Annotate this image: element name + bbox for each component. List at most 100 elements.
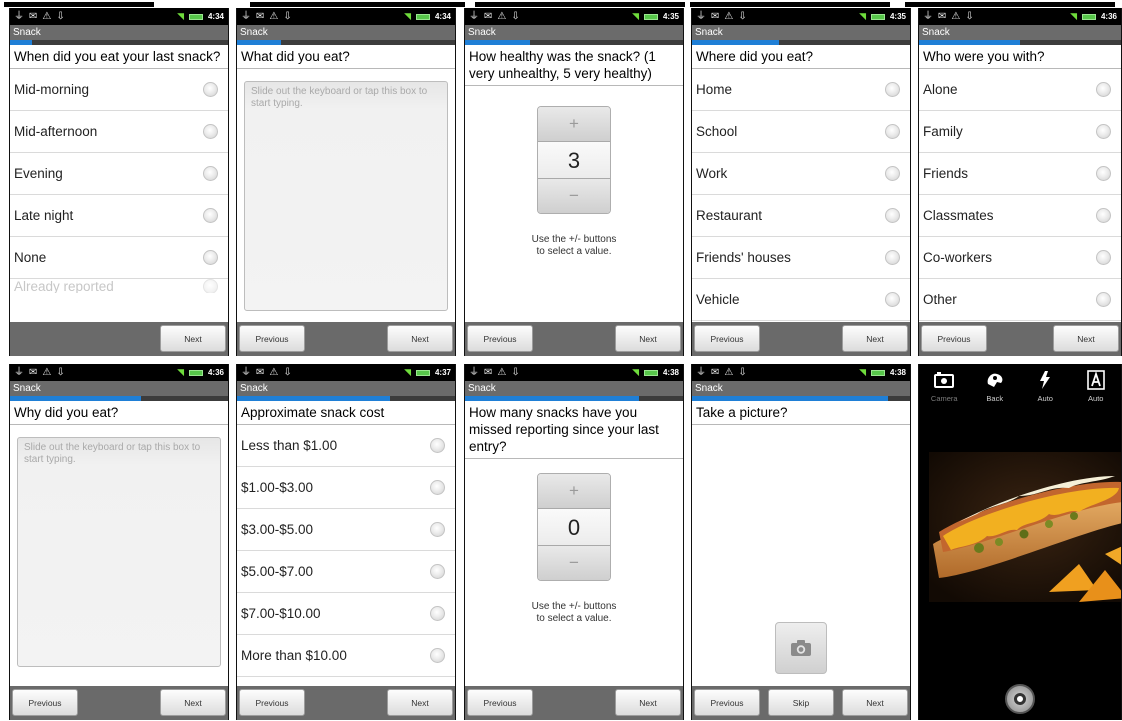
option-label: Vehicle bbox=[696, 292, 740, 307]
radio-button[interactable] bbox=[885, 82, 900, 97]
radio-button[interactable] bbox=[203, 82, 218, 97]
take-photo-button[interactable] bbox=[775, 622, 827, 674]
previous-button[interactable]: Previous bbox=[921, 325, 987, 352]
next-button[interactable]: Next bbox=[1053, 325, 1119, 352]
option-alone[interactable]: Alone bbox=[919, 69, 1121, 111]
option-cost-2[interactable]: $1.00-$3.00 bbox=[237, 467, 455, 509]
clock: 4:38 bbox=[889, 368, 906, 377]
radio-button[interactable] bbox=[885, 208, 900, 223]
previous-button[interactable]: Previous bbox=[239, 325, 305, 352]
option-friends-houses[interactable]: Friends' houses bbox=[692, 237, 910, 279]
next-button[interactable]: Next bbox=[387, 325, 453, 352]
text-input[interactable]: Slide out the keyboard or tap this box t… bbox=[244, 81, 448, 311]
next-button[interactable]: Next bbox=[615, 325, 681, 352]
radio-button[interactable] bbox=[430, 606, 445, 621]
radio-button[interactable] bbox=[430, 522, 445, 537]
radio-button[interactable] bbox=[430, 480, 445, 495]
option-cost-3[interactable]: $3.00-$5.00 bbox=[237, 509, 455, 551]
option-co-workers[interactable]: Co-workers bbox=[919, 237, 1121, 279]
decrement-button[interactable]: − bbox=[538, 546, 610, 580]
increment-button[interactable]: + bbox=[538, 474, 610, 508]
option-list: Alone Family Friends Classmates Co-worke… bbox=[919, 69, 1121, 321]
option-family[interactable]: Family bbox=[919, 111, 1121, 153]
option-already-reported[interactable]: Already reported bbox=[10, 279, 228, 293]
option-other[interactable]: Other bbox=[919, 279, 1121, 321]
previous-button[interactable]: Previous bbox=[694, 689, 760, 716]
option-cost-4[interactable]: $5.00-$7.00 bbox=[237, 551, 455, 593]
app-title: Snack bbox=[692, 381, 910, 396]
option-evening[interactable]: Evening bbox=[10, 153, 228, 195]
radio-button[interactable] bbox=[203, 124, 218, 139]
battery-icon bbox=[1081, 13, 1096, 20]
radio-button[interactable] bbox=[1096, 292, 1111, 307]
radio-button[interactable] bbox=[430, 438, 445, 453]
app-title: Snack bbox=[465, 25, 683, 40]
increment-button[interactable]: + bbox=[538, 107, 610, 141]
radio-button[interactable] bbox=[1096, 82, 1111, 97]
radio-button[interactable] bbox=[203, 166, 218, 181]
option-cost-6[interactable]: More than $10.00 bbox=[237, 635, 455, 677]
radio-button[interactable] bbox=[1096, 124, 1111, 139]
option-school[interactable]: School bbox=[692, 111, 910, 153]
option-mid-afternoon[interactable]: Mid-afternoon bbox=[10, 111, 228, 153]
previous-button[interactable]: Previous bbox=[694, 325, 760, 352]
radio-button[interactable] bbox=[203, 250, 218, 265]
screen-healthy: ⏚ ✉ ⚠ ⇩ ◥ 4:35 Snack How healthy was the sna… bbox=[464, 8, 684, 356]
option-vehicle[interactable]: Vehicle bbox=[692, 279, 910, 321]
flash-button[interactable]: Auto bbox=[1022, 370, 1068, 403]
nav-bar: Previous Skip Next bbox=[692, 686, 910, 720]
radio-button[interactable] bbox=[885, 166, 900, 181]
decrement-button[interactable]: − bbox=[538, 179, 610, 213]
back-camera-button[interactable]: Back bbox=[972, 370, 1018, 403]
mail-icon: ✉ bbox=[29, 10, 38, 22]
scene-mode-button[interactable]: Auto bbox=[1073, 370, 1119, 403]
radio-button[interactable] bbox=[1096, 166, 1111, 181]
option-restaurant[interactable]: Restaurant bbox=[692, 195, 910, 237]
radio-button[interactable] bbox=[885, 292, 900, 307]
usb-icon: ⏚ bbox=[469, 366, 479, 378]
progress-fill bbox=[237, 40, 281, 45]
previous-button[interactable]: Previous bbox=[12, 689, 78, 716]
camera-mode-button[interactable]: Camera bbox=[921, 370, 967, 403]
mail-icon: ✉ bbox=[711, 366, 720, 378]
clock: 4:36 bbox=[207, 368, 224, 377]
nav-bar: Previous Next bbox=[692, 322, 910, 356]
screen-missed: ⏚ ✉ ⚠ ⇩ ◥ 4:38 Snack How many snacks have yo… bbox=[464, 364, 684, 720]
previous-button[interactable]: Previous bbox=[467, 689, 533, 716]
next-button[interactable]: Next bbox=[615, 689, 681, 716]
option-none[interactable]: None bbox=[10, 237, 228, 279]
skip-button[interactable]: Skip bbox=[768, 689, 834, 716]
option-friends[interactable]: Friends bbox=[919, 153, 1121, 195]
option-classmates[interactable]: Classmates bbox=[919, 195, 1121, 237]
next-button[interactable]: Next bbox=[387, 689, 453, 716]
shutter-button[interactable] bbox=[1005, 684, 1035, 714]
option-cost-5[interactable]: $7.00-$10.00 bbox=[237, 593, 455, 635]
next-button[interactable]: Next bbox=[160, 325, 226, 352]
radio-button[interactable] bbox=[430, 648, 445, 663]
progress-bar bbox=[10, 40, 228, 45]
text-input[interactable]: Slide out the keyboard or tap this box t… bbox=[17, 437, 221, 667]
previous-button[interactable]: Previous bbox=[467, 325, 533, 352]
option-work[interactable]: Work bbox=[692, 153, 910, 195]
radio-button[interactable] bbox=[430, 564, 445, 579]
next-button[interactable]: Next bbox=[842, 325, 908, 352]
option-home[interactable]: Home bbox=[692, 69, 910, 111]
radio-button[interactable] bbox=[1096, 208, 1111, 223]
option-mid-morning[interactable]: Mid-morning bbox=[10, 69, 228, 111]
download-icon: ⇩ bbox=[56, 10, 65, 22]
previous-button[interactable]: Previous bbox=[239, 689, 305, 716]
option-label: Already reported bbox=[14, 279, 114, 293]
nav-bar: Previous Next bbox=[919, 322, 1121, 356]
camera-toolbar: Camera Back Auto Auto bbox=[919, 364, 1121, 414]
next-button[interactable]: Next bbox=[842, 689, 908, 716]
next-button[interactable]: Next bbox=[160, 689, 226, 716]
option-late-night[interactable]: Late night bbox=[10, 195, 228, 237]
radio-button[interactable] bbox=[885, 124, 900, 139]
question-text: How many snacks have you missed reportin… bbox=[465, 401, 683, 459]
radio-button[interactable] bbox=[203, 208, 218, 223]
option-cost-1[interactable]: Less than $1.00 bbox=[237, 425, 455, 467]
radio-button[interactable] bbox=[203, 279, 218, 293]
radio-button[interactable] bbox=[1096, 250, 1111, 265]
radio-button[interactable] bbox=[885, 250, 900, 265]
progress-fill bbox=[10, 396, 141, 401]
